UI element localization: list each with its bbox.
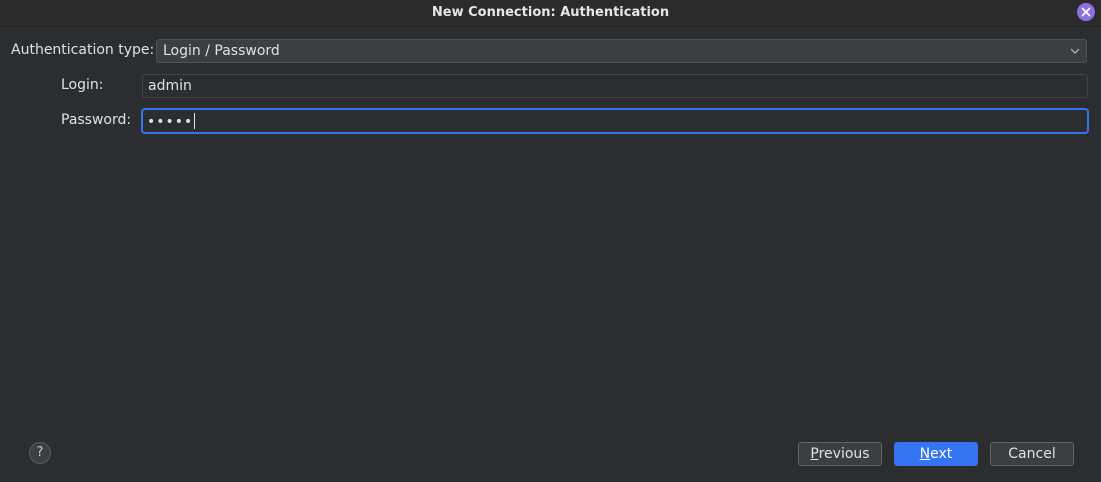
title-bar[interactable]: New Connection: Authentication <box>0 0 1101 27</box>
auth-type-select[interactable]: Login / Password <box>156 39 1087 63</box>
login-input[interactable]: admin <box>142 74 1088 98</box>
auth-type-value: Login / Password <box>163 43 280 59</box>
login-value: admin <box>148 78 192 94</box>
cancel-button[interactable]: Cancel <box>990 442 1074 466</box>
close-button[interactable] <box>1077 3 1095 21</box>
close-icon <box>1081 7 1091 17</box>
dialog-window: New Connection: Authentication Authentic… <box>0 0 1101 482</box>
chevron-down-icon <box>1070 48 1080 54</box>
login-label: Login: <box>61 77 104 93</box>
password-value: ••••• <box>147 113 196 130</box>
password-input[interactable]: ••••• <box>141 108 1089 134</box>
next-button[interactable]: Next <box>894 442 978 466</box>
auth-type-label: Authentication type: <box>11 42 155 58</box>
dialog-title: New Connection: Authentication <box>431 5 670 20</box>
previous-button[interactable]: Previous <box>798 442 882 466</box>
password-label: Password: <box>61 112 132 128</box>
text-caret <box>194 113 196 129</box>
help-button[interactable]: ? <box>29 442 51 464</box>
